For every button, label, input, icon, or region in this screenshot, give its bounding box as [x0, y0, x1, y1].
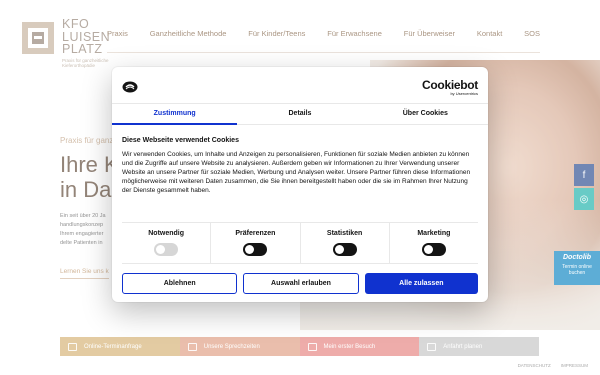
pref-necessary: Notwendig	[122, 223, 212, 263]
pref-label: Notwendig	[148, 230, 185, 237]
cookie-preferences: Notwendig Präferenzen Statistiken Market…	[122, 222, 478, 264]
deny-button[interactable]: Ablehnen	[122, 273, 238, 294]
pref-label: Präferenzen	[235, 230, 276, 237]
pref-label: Statistiken	[326, 230, 363, 237]
tab-about-cookies[interactable]: Über Cookies	[363, 104, 488, 124]
cookie-dialog-header: Cookiebot by Usercentrics	[112, 67, 488, 104]
tab-consent[interactable]: Zustimmung	[112, 104, 238, 125]
pref-statistics: Statistiken	[301, 223, 390, 263]
allow-selection-button[interactable]: Auswahl erlauben	[243, 273, 359, 294]
preferences-toggle[interactable]	[243, 243, 268, 256]
cookie-title: Diese Webseite verwendet Cookies	[122, 137, 239, 144]
cookie-description: Wir verwenden Cookies, um Inhalte und An…	[122, 151, 471, 195]
allow-all-button[interactable]: Alle zulassen	[364, 273, 478, 294]
pref-marketing: Marketing	[390, 223, 478, 263]
cookie-dialog-body: Diese Webseite verwendet Cookies Wir ver…	[122, 137, 478, 195]
cookie-consent-dialog: Cookiebot by Usercentrics Zustimmung Det…	[112, 67, 488, 302]
necessary-toggle	[154, 243, 179, 256]
cookie-tabs: Zustimmung Details Über Cookies	[112, 104, 488, 125]
pref-preferences: Präferenzen	[211, 223, 301, 263]
pref-label: Marketing	[417, 230, 451, 237]
tab-details[interactable]: Details	[237, 104, 362, 124]
cookie-icon	[122, 81, 138, 93]
cookiebot-brand: Cookiebot	[422, 78, 478, 92]
marketing-toggle[interactable]	[421, 243, 446, 256]
cookiebot-logo: Cookiebot by Usercentrics	[422, 78, 478, 96]
cookie-actions: Ablehnen Auswahl erlauben Alle zulassen	[122, 273, 478, 294]
statistics-toggle[interactable]	[332, 243, 357, 256]
